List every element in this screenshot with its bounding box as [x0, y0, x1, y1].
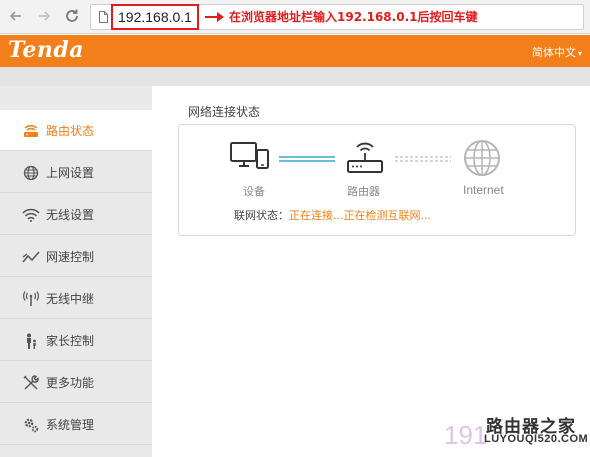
sidebar-item-label: 网速控制	[46, 250, 95, 264]
header-subbar	[0, 67, 590, 86]
browser-toolbar: 192.168.0.1 在浏览器地址栏输入192.168.0.1后按回车键	[0, 0, 590, 34]
sidebar-item-router-status[interactable]: 路由状态	[0, 110, 152, 151]
url-text[interactable]: 192.168.0.1	[111, 4, 199, 30]
internet-label: Internet	[463, 183, 504, 197]
wifi-icon	[22, 207, 40, 223]
sidebar-item-label: 无线设置	[46, 208, 95, 222]
sidebar-item-speed-control[interactable]: 网速控制	[0, 236, 152, 277]
sidebar-item-label: 系统管理	[46, 418, 95, 432]
connection-line-device-router	[279, 156, 335, 162]
page-icon	[99, 11, 108, 23]
sidebar: 路由状态 上网设置 无线设置 网速控制 无线中继 家长控制 更多功能 系统管理	[0, 86, 152, 457]
device-icon	[230, 142, 269, 169]
forward-arrow-icon	[39, 11, 51, 21]
internet-globe-icon	[464, 140, 500, 176]
watermark-number: 191	[444, 420, 488, 450]
watermark-url: LUYOUQI520.COM	[484, 433, 589, 445]
sidebar-item-system-management[interactable]: 系统管理	[0, 404, 152, 445]
parent-child-icon	[22, 333, 40, 349]
connection-line-router-internet	[395, 156, 451, 162]
router-label: 路由器	[347, 185, 380, 198]
status-connecting-text: 正在连接...	[289, 209, 344, 222]
sidebar-item-label: 上网设置	[46, 166, 95, 180]
sidebar-item-wireless-repeater[interactable]: 无线中继	[0, 278, 152, 319]
instruction-annotation: 在浏览器地址栏输入192.168.0.1后按回车键	[229, 10, 478, 24]
sidebar-item-label: 家长控制	[46, 334, 95, 348]
top-header: Tenda 简体中文 ▾	[0, 35, 590, 67]
sidebar-item-label: 无线中继	[46, 292, 95, 306]
antenna-icon	[22, 291, 40, 307]
device-label: 设备	[243, 185, 265, 198]
sidebar-item-internet-settings[interactable]: 上网设置	[0, 152, 152, 193]
forward-button[interactable]	[32, 4, 56, 28]
reload-icon	[66, 9, 78, 22]
language-label: 简体中文	[531, 46, 576, 59]
sidebar-item-label: 路由状态	[46, 124, 95, 138]
connection-status: 联网状态：正在连接...正在检测互联网...	[234, 207, 431, 223]
sidebar-item-more-features[interactable]: 更多功能	[0, 362, 152, 403]
sidebar-item-label: 更多功能	[46, 376, 95, 390]
router-status-icon	[22, 123, 40, 139]
globe-icon	[22, 165, 40, 181]
speed-control-icon	[22, 249, 40, 265]
red-arrow-icon	[205, 12, 224, 22]
language-selector[interactable]: 简体中文 ▾	[532, 44, 582, 60]
back-button[interactable]	[4, 4, 28, 28]
gears-icon	[22, 417, 40, 433]
reload-button[interactable]	[60, 4, 84, 28]
tenda-logo: Tenda	[8, 37, 84, 63]
sidebar-item-wireless-settings[interactable]: 无线设置	[0, 194, 152, 235]
status-detecting-text: 正在检测互联网...	[343, 209, 432, 222]
address-bar[interactable]: 192.168.0.1 在浏览器地址栏输入192.168.0.1后按回车键	[90, 4, 584, 30]
back-arrow-icon	[9, 11, 21, 21]
status-label: 联网状态：	[234, 209, 289, 222]
sidebar-item-parental-control[interactable]: 家长控制	[0, 320, 152, 361]
caret-down-icon: ▾	[577, 49, 582, 58]
tools-icon	[22, 375, 40, 391]
section-title: 网络连接状态	[188, 105, 261, 119]
router-icon	[347, 142, 383, 173]
